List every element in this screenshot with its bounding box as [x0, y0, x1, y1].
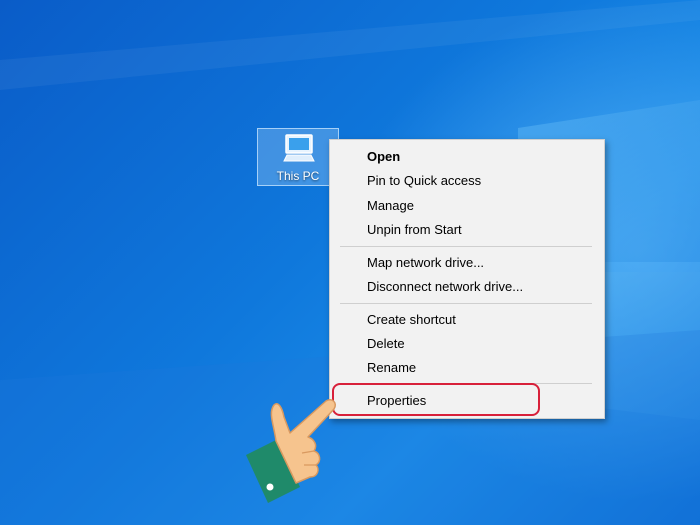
menu-separator [340, 303, 592, 304]
menu-item-create-shortcut[interactable]: Create shortcut [330, 308, 604, 332]
computer-icon [283, 134, 315, 162]
context-menu: Open Pin to Quick access Manage Unpin fr… [329, 139, 605, 419]
menu-item-disconnect-network-drive[interactable]: Disconnect network drive... [330, 275, 604, 299]
menu-separator [340, 246, 592, 247]
properties-highlight-box [332, 383, 540, 416]
menu-item-pin-quick-access[interactable]: Pin to Quick access [330, 169, 604, 193]
menu-item-open[interactable]: Open [330, 145, 604, 169]
menu-item-unpin-start[interactable]: Unpin from Start [330, 218, 604, 242]
menu-item-map-network-drive[interactable]: Map network drive... [330, 251, 604, 275]
menu-item-manage[interactable]: Manage [330, 194, 604, 218]
pointing-hand-icon [246, 398, 337, 503]
desktop-icon-label: This PC [276, 169, 320, 183]
desktop-wallpaper: This PC Open Pin to Quick access Manage … [0, 0, 700, 525]
menu-item-delete[interactable]: Delete [330, 332, 604, 356]
menu-item-rename[interactable]: Rename [330, 356, 604, 380]
desktop-icon-this-pc[interactable]: This PC [257, 128, 339, 186]
